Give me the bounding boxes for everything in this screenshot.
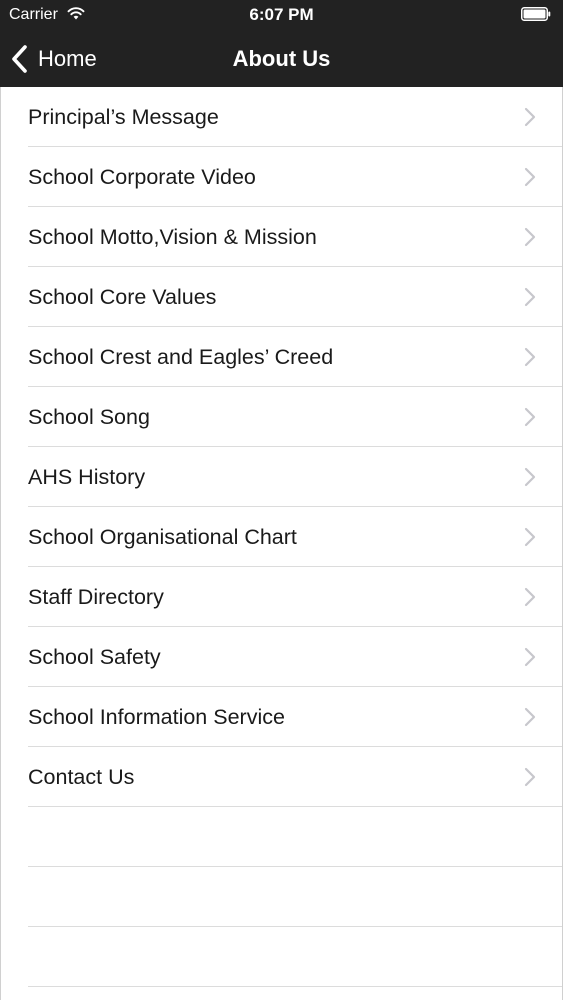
empty-table-row <box>0 867 563 927</box>
chevron-right-icon <box>524 527 536 547</box>
back-button-label: Home <box>38 45 97 71</box>
list-item-label: School Core Values <box>28 285 217 309</box>
empty-table-row <box>0 807 563 867</box>
screen: Carrier 6:07 PM Home About Us Principal’… <box>0 0 563 1000</box>
battery-icon <box>521 7 551 21</box>
list-item-principals-message[interactable]: Principal’s Message <box>0 87 563 147</box>
list-item-motto-vision-mission[interactable]: School Motto,Vision & Mission <box>0 207 563 267</box>
clock-time: 6:07 PM <box>249 5 314 24</box>
list-item-ahs-history[interactable]: AHS History <box>0 447 563 507</box>
list-item-contact-us[interactable]: Contact Us <box>0 747 563 807</box>
list-item-label: Principal’s Message <box>28 105 219 129</box>
chevron-right-icon <box>524 467 536 487</box>
list-item-label: School Crest and Eagles’ Creed <box>28 345 334 369</box>
back-button[interactable]: Home <box>10 30 97 87</box>
status-bar: Carrier 6:07 PM <box>0 0 563 30</box>
list-item-label: School Safety <box>28 645 161 669</box>
list-item-corporate-video[interactable]: School Corporate Video <box>0 147 563 207</box>
chevron-right-icon <box>524 407 536 427</box>
chevron-right-icon <box>524 767 536 787</box>
left-edge-divider <box>0 87 1 1000</box>
chevron-right-icon <box>524 587 536 607</box>
chevron-right-icon <box>524 347 536 367</box>
empty-table-row <box>0 927 563 987</box>
about-us-menu-list: Principal’s Message School Corporate Vid… <box>0 87 563 987</box>
list-item-label: School Corporate Video <box>28 165 256 189</box>
list-item-label: School Motto,Vision & Mission <box>28 225 317 249</box>
list-item-label: School Song <box>28 405 150 429</box>
list-item-label: Contact Us <box>28 765 135 789</box>
list-item-crest-and-creed[interactable]: School Crest and Eagles’ Creed <box>0 327 563 387</box>
list-item-information-service[interactable]: School Information Service <box>0 687 563 747</box>
chevron-right-icon <box>524 647 536 667</box>
chevron-right-icon <box>524 707 536 727</box>
list-item-label: Staff Directory <box>28 585 164 609</box>
list-item-school-safety[interactable]: School Safety <box>0 627 563 687</box>
chevron-right-icon <box>524 107 536 127</box>
list-item-label: AHS History <box>28 465 146 489</box>
list-item-label: School Information Service <box>28 705 285 729</box>
chevron-left-icon <box>12 44 27 73</box>
chevron-right-icon <box>524 227 536 247</box>
chevron-right-icon <box>524 167 536 187</box>
list-item-label: School Organisational Chart <box>28 525 297 549</box>
list-item-organisational-chart[interactable]: School Organisational Chart <box>0 507 563 567</box>
list-item-staff-directory[interactable]: Staff Directory <box>0 567 563 627</box>
chevron-right-icon <box>524 287 536 307</box>
list-item-school-song[interactable]: School Song <box>0 387 563 447</box>
navigation-bar: Home About Us <box>0 30 563 87</box>
list-item-core-values[interactable]: School Core Values <box>0 267 563 327</box>
